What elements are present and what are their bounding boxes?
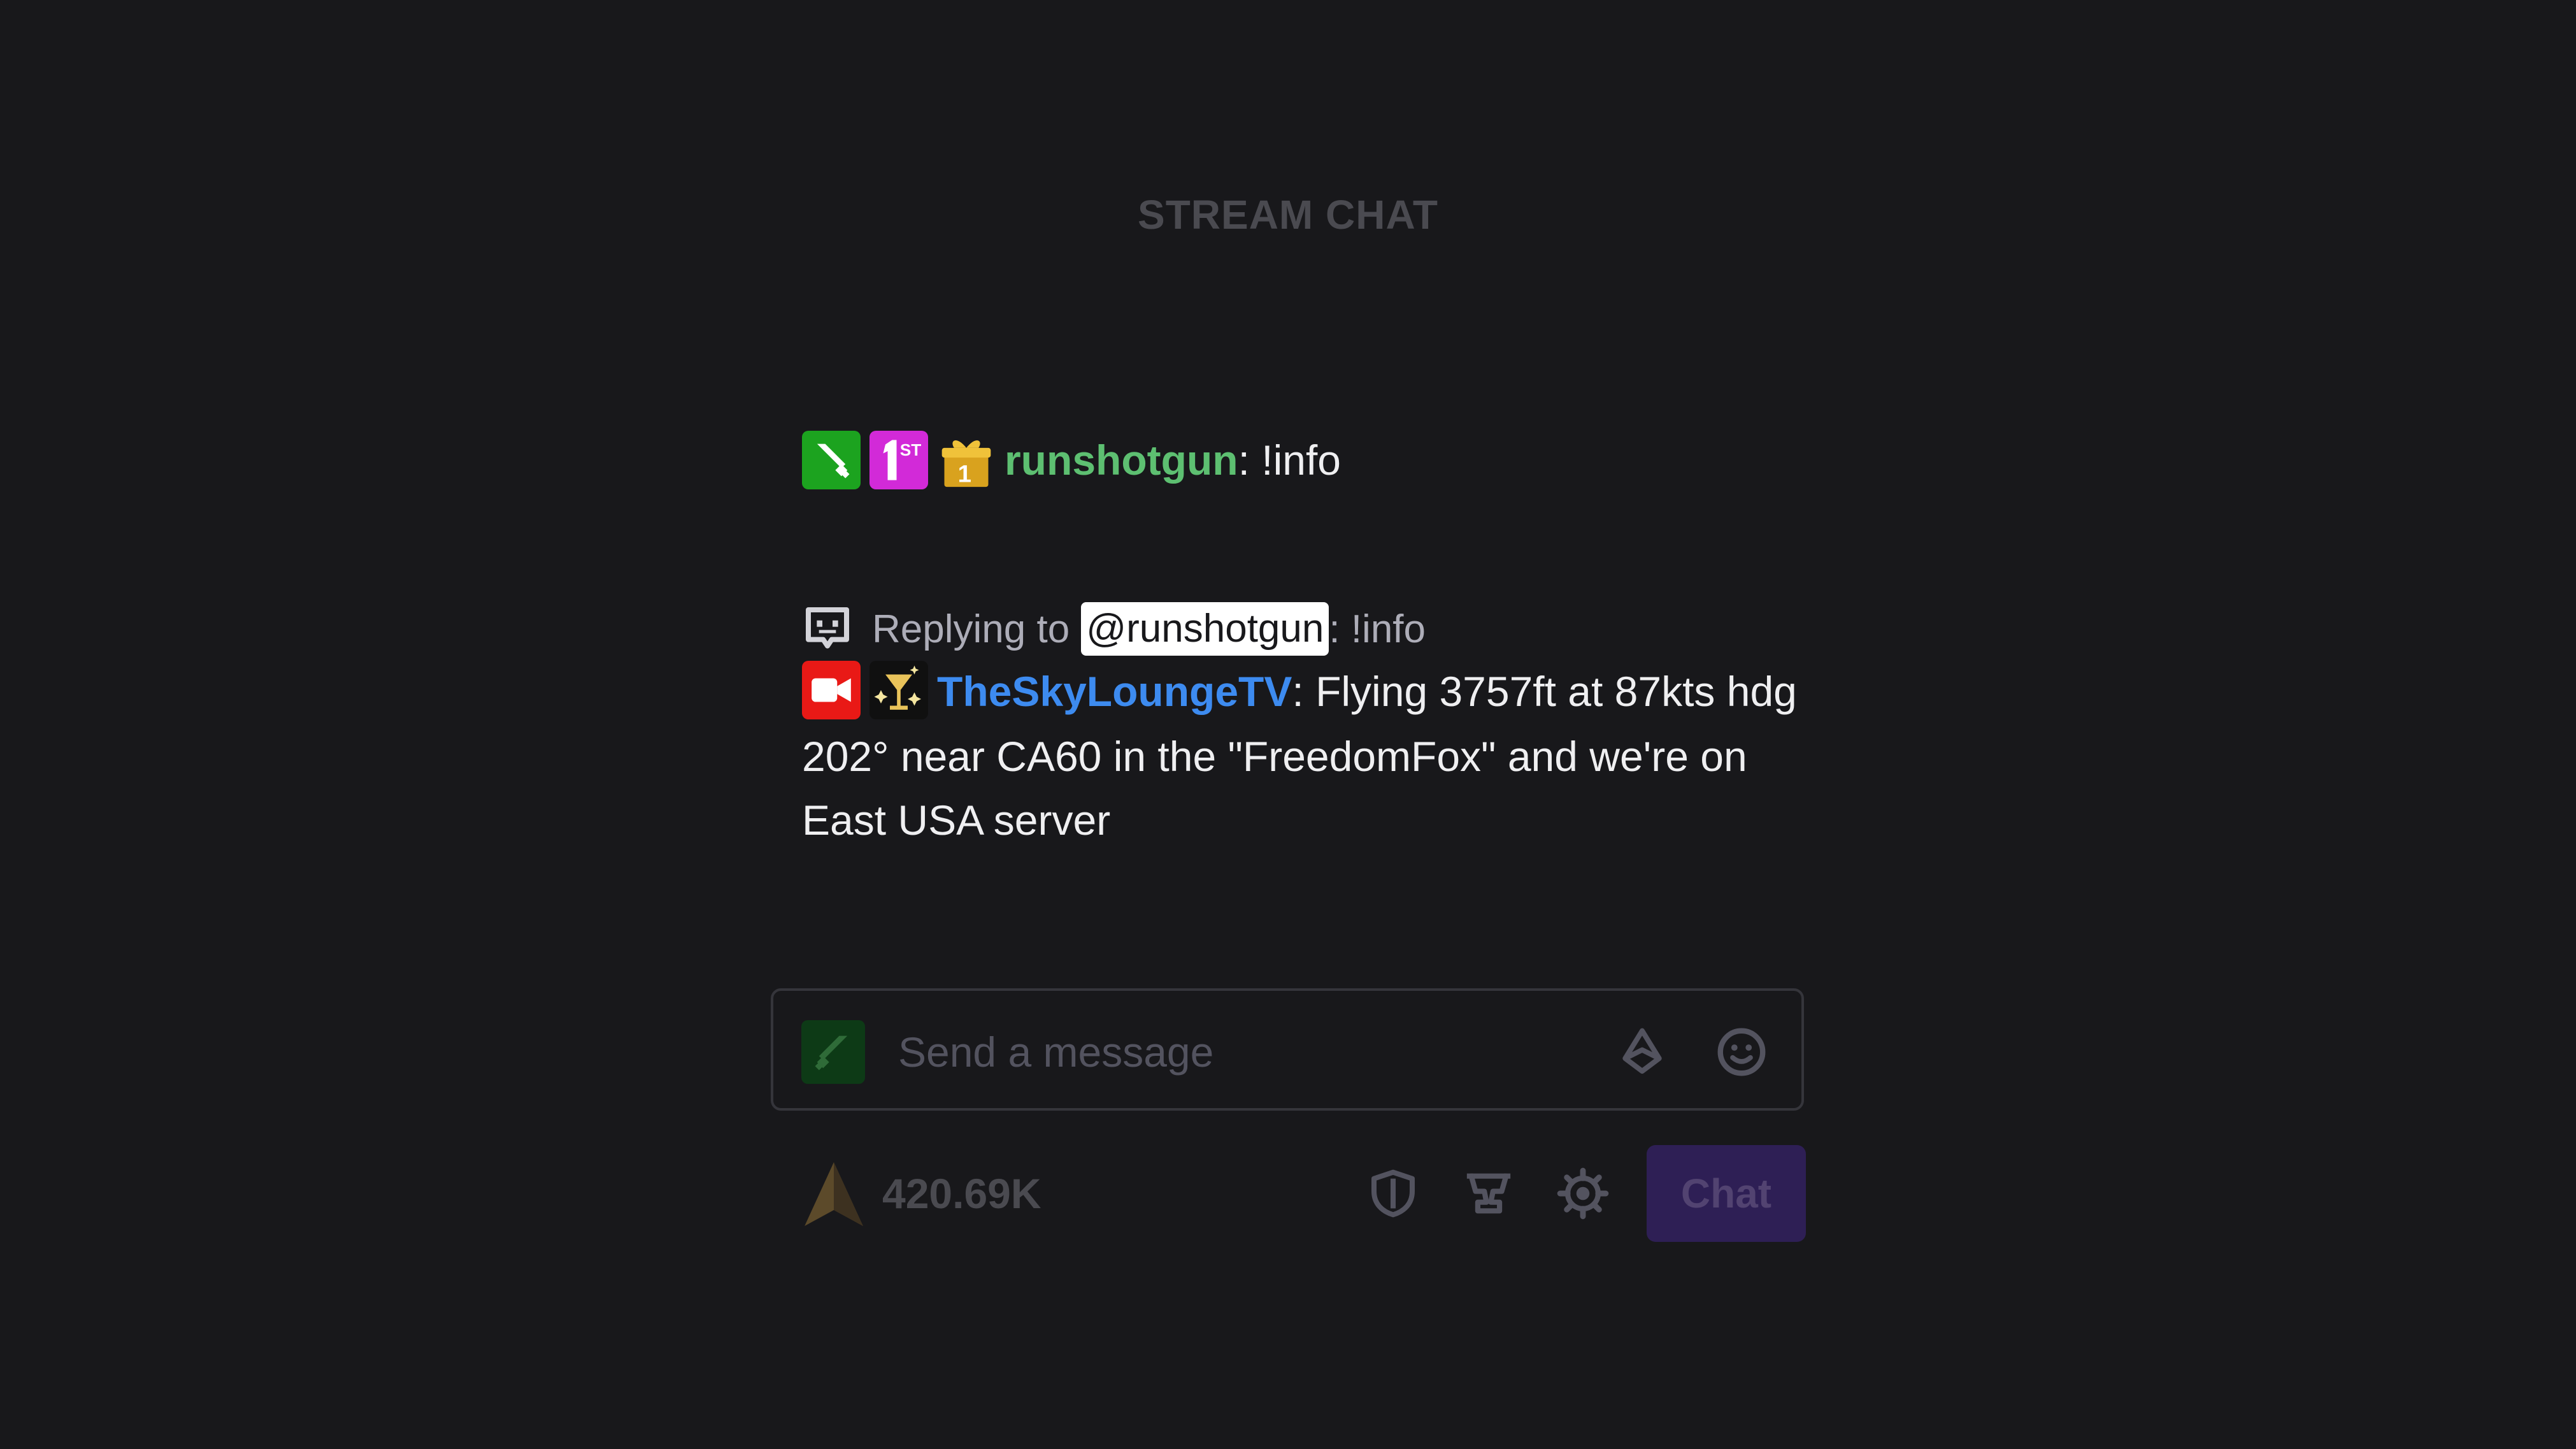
reply-chat-icon <box>802 603 853 654</box>
broadcaster-camera-icon[interactable] <box>802 660 861 719</box>
bits-diamond-icon[interactable] <box>1614 1024 1670 1080</box>
chat-message: ST 1 runshotgun: !info <box>802 428 1341 492</box>
chat-username[interactable]: runshotgun <box>1005 428 1238 492</box>
shield-icon[interactable] <box>1364 1164 1422 1223</box>
reply-quoted-text: : !info <box>1329 607 1426 651</box>
reply-header: Replying to @runshotgun : !info <box>802 602 1426 656</box>
message-separator: : <box>1292 668 1304 715</box>
first-place-icon[interactable]: ST <box>869 431 928 489</box>
chat-bottom-bar: 420.69K Chat <box>802 1145 1806 1242</box>
message-input[interactable]: Send a message <box>898 1023 1213 1081</box>
reply-prefix: Replying to <box>872 607 1070 651</box>
stream-chat-title: STREAM CHAT <box>1138 192 1438 238</box>
trophy-icon[interactable] <box>1459 1164 1518 1223</box>
channel-points-value[interactable]: 420.69K <box>882 1164 1041 1223</box>
gift-sub-icon[interactable]: 1 <box>937 431 996 489</box>
message-separator: : <box>1238 436 1250 484</box>
chat-input-box[interactable]: Send a message <box>771 988 1804 1111</box>
sparkle-cocktail-icon[interactable] <box>869 660 928 719</box>
svg-text:1: 1 <box>958 461 971 488</box>
gear-icon[interactable] <box>1554 1164 1612 1223</box>
svg-text:ST: ST <box>900 440 922 459</box>
moderator-sword-icon[interactable] <box>802 431 861 489</box>
smiley-icon[interactable] <box>1714 1024 1770 1080</box>
chat-username[interactable]: TheSkyLoungeTV <box>937 668 1292 715</box>
moderator-sword-icon[interactable] <box>801 1020 865 1084</box>
chat-send-button[interactable]: Chat <box>1647 1145 1806 1242</box>
channel-points-icon[interactable] <box>802 1159 866 1229</box>
message-text: !info <box>1261 436 1342 484</box>
reply-mention[interactable]: @runshotgun <box>1081 602 1329 656</box>
chat-message: TheSkyLoungeTV: Flying 3757ft at 87kts h… <box>802 660 1821 852</box>
